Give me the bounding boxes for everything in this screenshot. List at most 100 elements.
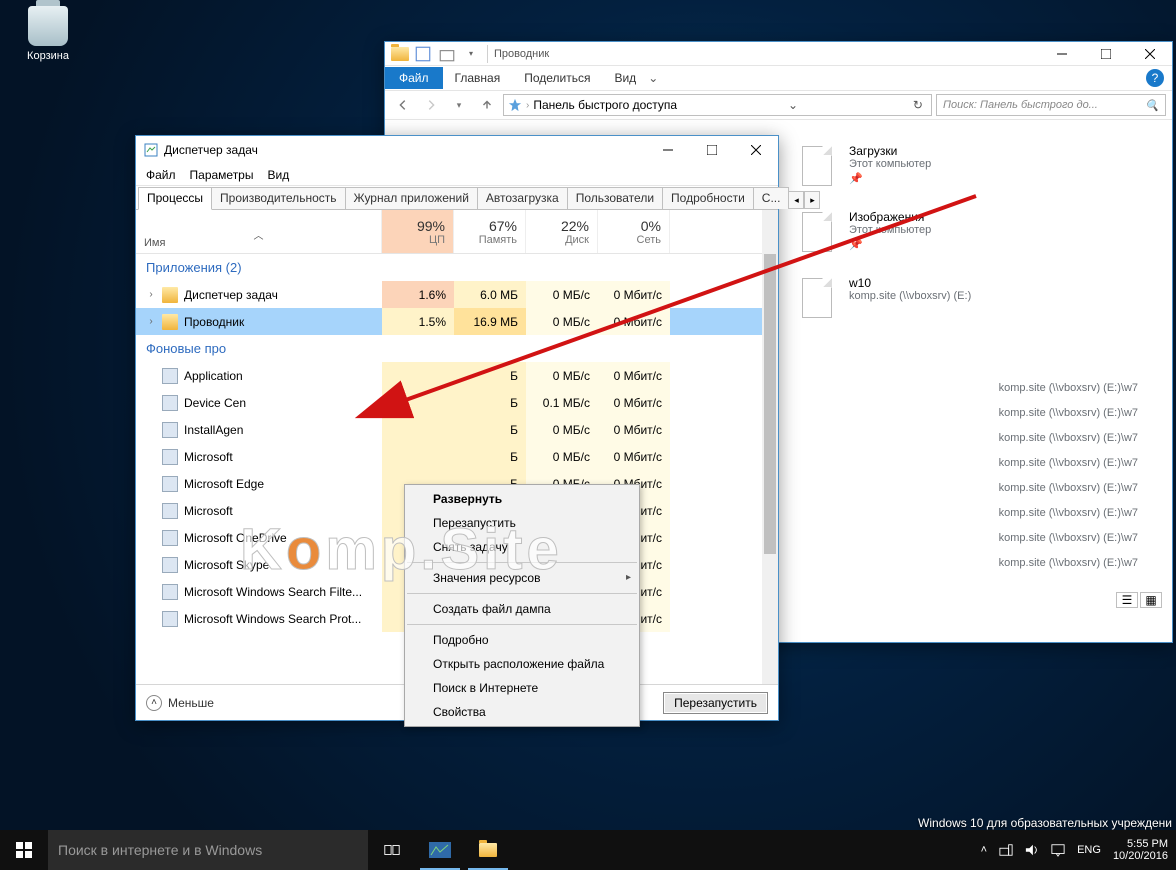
menu-options[interactable]: Параметры	[190, 168, 254, 182]
col-mem[interactable]: 67%Память	[454, 210, 526, 253]
ribbon-expand-icon[interactable]: ⌄	[648, 71, 658, 85]
table-row[interactable]: ›Диспетчер задач 1.6% 6.0 МБ 0 МБ/с 0 Мб…	[136, 281, 778, 308]
close-button[interactable]	[1128, 40, 1172, 68]
table-row[interactable]: ›InstallAgen Б 0 МБ/с 0 Мбит/с	[136, 416, 778, 443]
table-row[interactable]: ›Microsoft Б 0 МБ/с 0 Мбит/с	[136, 443, 778, 470]
col-disk[interactable]: 22%Диск	[526, 210, 598, 253]
tab-details[interactable]: Подробности	[662, 187, 754, 209]
volume-icon[interactable]	[1025, 843, 1039, 857]
process-name: Microsoft Windows Search Prot...	[184, 612, 361, 626]
explorer-address-row: ▾ › Панель быстрого доступа ⌄ ↻ Поиск: П…	[385, 90, 1172, 120]
recent-item[interactable]: komp.site (\\vboxsrv) (E:)\w7	[999, 401, 1138, 426]
file-sub: Этот компьютер	[849, 158, 931, 170]
network-icon[interactable]	[999, 843, 1013, 857]
tray-lang[interactable]: ENG	[1077, 844, 1101, 856]
expand-chevron-icon[interactable]: ›	[146, 316, 156, 327]
expand-chevron-icon[interactable]: ›	[146, 289, 156, 300]
nav-back-button[interactable]	[391, 93, 415, 117]
qat-props-icon[interactable]	[413, 44, 433, 64]
start-button[interactable]	[0, 830, 48, 870]
tab-users[interactable]: Пользователи	[567, 187, 663, 209]
nav-history-button[interactable]: ▾	[447, 93, 471, 117]
list-item[interactable]: Загрузки Этот компьютер 📌	[795, 144, 931, 188]
col-name[interactable]: ︿ Имя	[136, 210, 382, 253]
recent-item[interactable]: komp.site (\\vboxsrv) (E:)\w7	[999, 501, 1138, 526]
scrollbar[interactable]	[762, 210, 778, 684]
pin-icon: 📌	[849, 172, 931, 185]
tab-services[interactable]: С...	[753, 187, 790, 209]
tray-chevron-up-icon[interactable]: ˄	[981, 844, 987, 856]
context-menu-item[interactable]: Создать файл дампа	[405, 597, 639, 621]
view-tiles-button[interactable]: ▦	[1140, 592, 1162, 608]
taskbar-app-explorer[interactable]	[464, 830, 512, 870]
process-name: InstallAgen	[184, 423, 243, 437]
desktop-icon-recycle[interactable]: Корзина	[18, 6, 78, 62]
ribbon-tab-file[interactable]: Файл	[385, 67, 443, 89]
maximize-button[interactable]	[1084, 40, 1128, 68]
maximize-button[interactable]	[690, 136, 734, 164]
ribbon-tab-share[interactable]: Поделиться	[512, 67, 602, 89]
context-menu-item[interactable]: Подробно	[405, 628, 639, 652]
qat-dropdown-icon[interactable]: ▾	[461, 44, 481, 64]
table-row[interactable]: ›Device Cen Б 0.1 МБ/с 0 Мбит/с	[136, 389, 778, 416]
cell-mem: Б	[454, 443, 526, 470]
context-menu-item[interactable]: Поиск в Интернете	[405, 676, 639, 700]
help-icon[interactable]: ?	[1146, 69, 1164, 87]
recent-item[interactable]: komp.site (\\vboxsrv) (E:)\w7	[999, 426, 1138, 451]
cell-net: 0 Мбит/с	[598, 281, 670, 308]
explorer-search-input[interactable]: Поиск: Панель быстрого до... 🔍	[936, 94, 1166, 116]
cell-net: 0 Мбит/с	[598, 389, 670, 416]
minimize-button[interactable]	[1040, 40, 1084, 68]
recent-item[interactable]: komp.site (\\vboxsrv) (E:)\w7	[999, 476, 1138, 501]
table-row[interactable]: ›Проводник 1.5% 16.9 МБ 0 МБ/с 0 Мбит/с	[136, 308, 778, 335]
close-button[interactable]	[734, 136, 778, 164]
list-item[interactable]: Изображения Этот компьютер 📌	[795, 210, 931, 254]
tab-processes[interactable]: Процессы	[138, 187, 212, 210]
table-row[interactable]: ›Application Б 0 МБ/с 0 Мбит/с	[136, 362, 778, 389]
context-menu-item[interactable]: Свойства	[405, 700, 639, 724]
taskbar-app-taskmgr[interactable]	[416, 830, 464, 870]
recent-item[interactable]: komp.site (\\vboxsrv) (E:)\w7	[999, 526, 1138, 551]
cell-disk: 0 МБ/с	[526, 416, 598, 443]
recent-item[interactable]: komp.site (\\vboxsrv) (E:)\w7	[999, 551, 1138, 576]
tab-scroll-left[interactable]: ◂	[788, 191, 804, 209]
col-net[interactable]: 0%Сеть	[598, 210, 670, 253]
cell-cpu	[382, 443, 454, 470]
action-center-icon[interactable]	[1051, 843, 1065, 857]
recent-item[interactable]: komp.site (\\vboxsrv) (E:)\w7	[999, 376, 1138, 401]
tab-startup[interactable]: Автозагрузка	[477, 187, 568, 209]
process-icon	[162, 503, 178, 519]
fewer-details-button[interactable]: ˄ Меньше	[146, 695, 214, 711]
file-icon	[802, 212, 832, 252]
address-dropdown-icon[interactable]: ⌄	[784, 98, 802, 112]
recent-item[interactable]: komp.site (\\vboxsrv) (E:)\w7	[999, 451, 1138, 476]
menu-file[interactable]: Файл	[146, 168, 176, 182]
ribbon-tab-view[interactable]: Вид	[602, 67, 648, 89]
context-menu-item[interactable]: Развернуть	[405, 487, 639, 511]
refresh-icon[interactable]: ↻	[909, 98, 927, 112]
list-item[interactable]: w10 komp.site (\\vboxsrv) (E:)	[795, 276, 971, 320]
nav-up-button[interactable]	[475, 93, 499, 117]
nav-fwd-button[interactable]	[419, 93, 443, 117]
tab-performance[interactable]: Производительность	[211, 187, 345, 209]
breadcrumb[interactable]: Панель быстрого доступа	[533, 98, 677, 112]
tab-scroll-right[interactable]: ▸	[804, 191, 820, 209]
tab-app-history[interactable]: Журнал приложений	[345, 187, 478, 209]
restart-button[interactable]: Перезапустить	[663, 692, 768, 714]
address-bar[interactable]: › Панель быстрого доступа ⌄ ↻	[503, 94, 932, 116]
task-view-button[interactable]	[368, 830, 416, 870]
cell-disk: 0 МБ/с	[526, 443, 598, 470]
context-menu-item[interactable]: Открыть расположение файла	[405, 652, 639, 676]
scrollbar-thumb[interactable]	[764, 254, 776, 554]
taskbar-search-input[interactable]: Поиск в интернете и в Windows	[48, 830, 368, 870]
tray-clock[interactable]: 5:55 PM 10/20/2016	[1113, 838, 1168, 862]
taskmgr-titlebar[interactable]: Диспетчер задач	[136, 136, 778, 164]
col-cpu[interactable]: 99%ЦП	[382, 210, 454, 253]
menu-view[interactable]: Вид	[267, 168, 289, 182]
minimize-button[interactable]	[646, 136, 690, 164]
view-details-button[interactable]: ☰	[1116, 592, 1138, 608]
ribbon-tab-home[interactable]: Главная	[443, 67, 513, 89]
cell-cpu: 1.6%	[382, 281, 454, 308]
qat-new-icon[interactable]	[437, 44, 457, 64]
taskmgr-icon	[144, 143, 158, 157]
